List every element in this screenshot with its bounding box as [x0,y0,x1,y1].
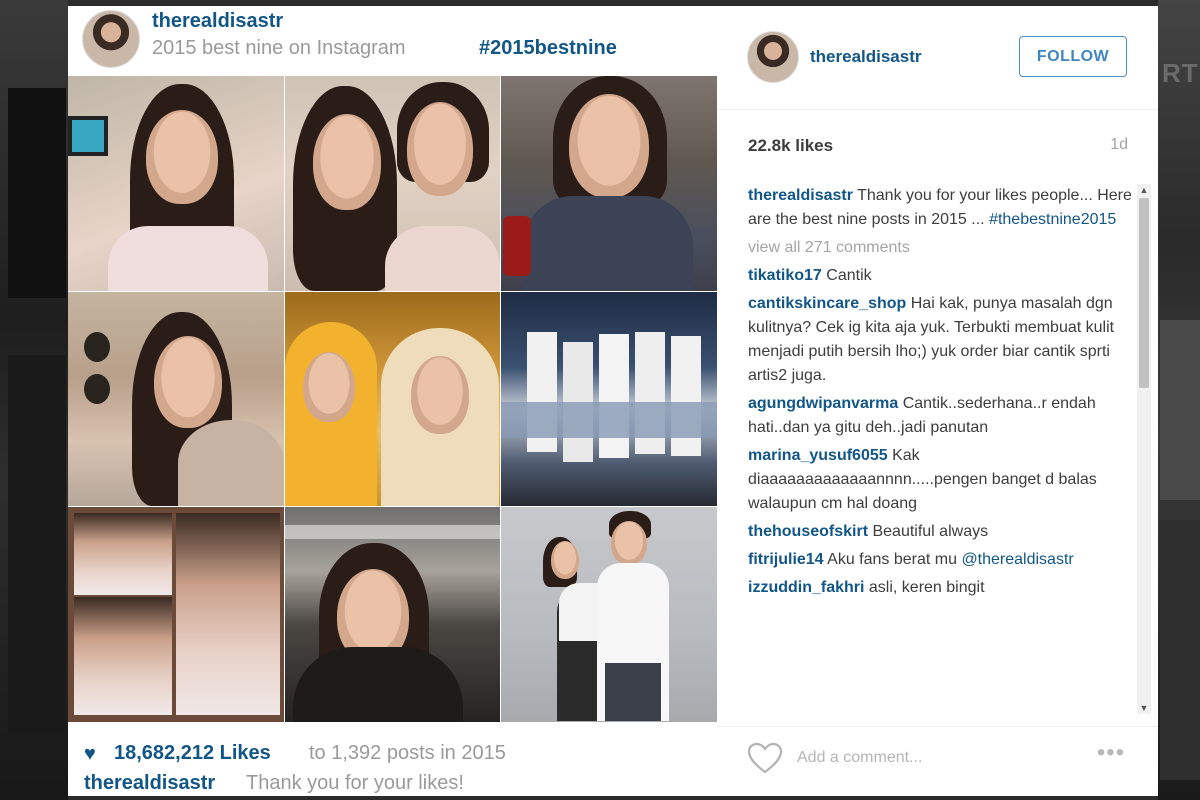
comment-item: fitrijulie14 Aku fans berat mu @thereald… [748,548,1136,572]
panel-username[interactable]: therealdisastr [810,47,922,67]
background-left [0,0,68,800]
background-thumbnail [1160,520,1200,780]
comment-item: thehouseofskirt Beautiful always [748,520,1136,544]
post-timestamp[interactable]: 1d [1110,136,1128,154]
comments-list: therealdisastr Thank you for your likes … [748,184,1136,712]
comment-item: izzuddin_fakhri asli, keren bingit [748,576,1136,600]
grid-photo[interactable] [501,76,717,291]
heart-icon: ♥ [84,743,96,765]
comment-username[interactable]: agungdwipanvarma [748,395,898,412]
likes-count: 18,682,212 Likes [114,742,271,764]
comment-text: Beautiful always [872,523,989,540]
post-hashtag[interactable]: #2015bestnine [479,37,617,60]
comment-bar: ••• [717,726,1158,796]
comment-username[interactable]: cantikskincare_shop [748,295,906,312]
post-caption: 2015 best nine on Instagram [152,37,406,59]
grid-photo[interactable] [285,292,500,506]
post-image-card: therealdisastr 2015 best nine on Instagr… [68,6,717,796]
grid-photo[interactable] [501,507,717,722]
footer-caption: Thank you for your likes! [246,772,464,794]
background-thumbnail [1160,320,1200,500]
panel-header: therealdisastr FOLLOW [717,6,1158,110]
comment-username[interactable]: thehouseofskirt [748,523,868,540]
comment-mention[interactable]: @therealdisastr [961,551,1073,568]
view-all-comments-link[interactable]: view all 271 comments [748,236,1136,260]
comment-username[interactable]: marina_yusuf6055 [748,447,888,464]
likes-description: to 1,392 posts in 2015 [309,742,506,764]
background-thumbnail [8,88,66,298]
grid-photo[interactable] [68,292,284,506]
comment-username[interactable]: fitrijulie14 [748,551,824,568]
caption-comment: therealdisastr Thank you for your likes … [748,184,1136,232]
scroll-up-icon[interactable]: ▲ [1137,184,1151,196]
avatar[interactable] [747,31,799,83]
photo-grid [68,76,717,722]
comment-item: tikatiko17 Cantik [748,264,1136,288]
comment-username[interactable]: izzuddin_fakhri [748,579,864,596]
add-comment-input[interactable] [797,745,1077,771]
comment-username[interactable]: therealdisastr [748,187,853,204]
comment-username[interactable]: tikatiko17 [748,267,822,284]
background-text: RT [1162,58,1199,88]
grid-photo[interactable] [285,76,500,291]
scroll-down-icon[interactable]: ▼ [1137,702,1151,714]
post-header: therealdisastr 2015 best nine on Instagr… [68,6,717,76]
comment-text: Aku fans berat mu [827,551,957,568]
grid-photo[interactable] [285,507,500,722]
post-details-panel: therealdisastr FOLLOW 22.8k likes 1d the… [717,6,1158,796]
comment-text: Cantik [826,267,872,284]
comment-item: agungdwipanvarma Cantik..sederhana..r en… [748,392,1136,440]
comment-hashtag[interactable]: #thebestnine2015 [989,211,1116,228]
like-heart-icon[interactable] [747,742,783,774]
avatar[interactable] [82,10,140,68]
likes-row: 22.8k likes 1d [748,136,1128,158]
grid-photo[interactable] [501,292,717,506]
likes-count[interactable]: 22.8k likes [748,136,833,156]
comment-item: cantikskincare_shop Hai kak, punya masal… [748,292,1136,388]
background-right: RT [1158,0,1200,800]
post-username[interactable]: therealdisastr [152,10,283,33]
comment-item: marina_yusuf6055 Kak diaaaaaaaaaaaaannnn… [748,444,1136,516]
follow-button[interactable]: FOLLOW [1019,36,1127,77]
background-thumbnail [8,355,66,735]
post-footer: ♥ 18,682,212 Likes to 1,392 posts in 201… [68,722,717,796]
footer-username[interactable]: therealdisastr [84,772,215,795]
grid-photo[interactable] [68,507,284,722]
more-options-icon[interactable]: ••• [1093,741,1129,765]
grid-photo[interactable] [68,76,284,291]
comments-scrollbar[interactable]: ▲ ▼ [1137,184,1151,714]
comment-text: asli, keren bingit [868,579,985,596]
scrollbar-thumb[interactable] [1139,198,1149,388]
